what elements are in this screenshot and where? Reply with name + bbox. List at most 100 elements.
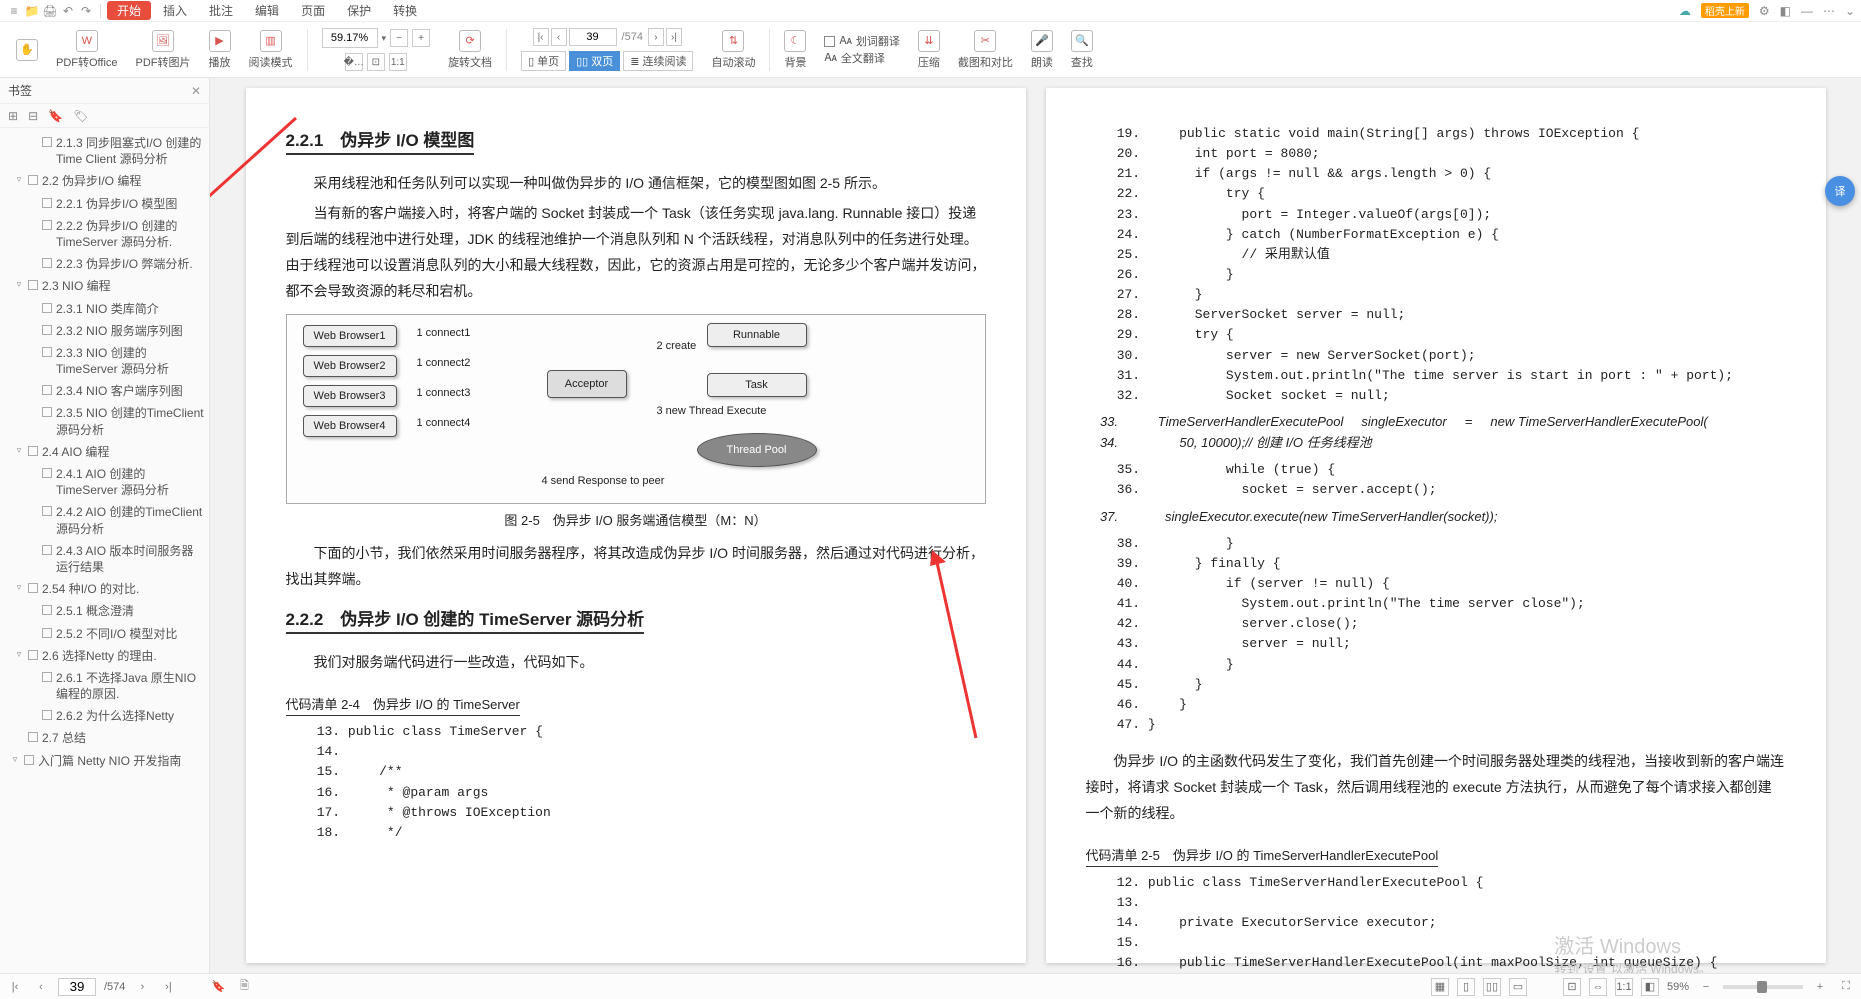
last-page[interactable]: ›| xyxy=(666,28,682,46)
bookmark-item[interactable]: 2.5.2 不同I/O 模型对比 xyxy=(0,623,209,645)
menu-annotate[interactable]: 批注 xyxy=(199,1,243,20)
bookmark2-icon[interactable]: 🏷 xyxy=(73,109,88,123)
bookmark-item[interactable]: ▿2.2 伪异步I/O 编程 xyxy=(0,170,209,192)
bookmark-item[interactable]: 2.5.1 概念澄清 xyxy=(0,600,209,622)
double-page-view[interactable]: ▯▯双页 xyxy=(569,51,620,71)
zoom-input[interactable] xyxy=(322,28,378,48)
first-page[interactable]: |‹ xyxy=(533,28,549,46)
bookmark-item[interactable]: 2.6.1 不选择Java 原生NIO 编程的原因. xyxy=(0,667,209,705)
bookmark-item[interactable]: 2.3.2 NIO 服务端序列图 xyxy=(0,320,209,342)
skin-icon[interactable]: ◧ xyxy=(1780,4,1791,18)
para-2: 当有新的客户端接入时，将客户端的 Socket 封装成一个 Task（该任务实现… xyxy=(286,201,986,305)
zoom-out[interactable]: − xyxy=(390,29,408,47)
single-page-view[interactable]: ▯单页 xyxy=(521,51,566,71)
settings-icon[interactable]: ⚙ xyxy=(1759,4,1770,18)
save-icon[interactable]: 🖨 xyxy=(42,3,58,19)
bookmark-item[interactable]: 2.2.1 伪异步I/O 模型图 xyxy=(0,193,209,215)
status-note-icon[interactable]: 🗎 xyxy=(235,978,253,996)
bookmark-item[interactable]: 2.2.2 伪异步I/O 创建的TimeServer 源码分析. xyxy=(0,215,209,253)
pdf-to-image[interactable]: 🖼PDF转图片 xyxy=(128,30,199,70)
bookmark-item[interactable]: ▿2.3 NIO 编程 xyxy=(0,275,209,297)
prev-page[interactable]: ‹ xyxy=(551,28,567,46)
dropdown-icon[interactable]: ⌄ xyxy=(1845,4,1855,18)
status-page-input[interactable] xyxy=(58,978,96,996)
figure-2-5: Web Browser1 Web Browser2 Web Browser3 W… xyxy=(286,314,986,504)
menu-start[interactable]: 开始 xyxy=(107,1,151,20)
background-button[interactable]: ☾背景 xyxy=(776,30,814,70)
status-zoom-out[interactable]: − xyxy=(1697,978,1715,996)
cloud-icon[interactable]: ☁ xyxy=(1679,4,1691,18)
minimize-icon[interactable]: — xyxy=(1801,4,1813,18)
fit-1-icon[interactable]: ⊡ xyxy=(1563,978,1581,996)
menu-page[interactable]: 页面 xyxy=(291,1,335,20)
find-button[interactable]: 🔍查找 xyxy=(1063,30,1101,70)
compress-button[interactable]: ⇊压缩 xyxy=(910,30,948,70)
collapse-all-icon[interactable]: ⊟ xyxy=(28,109,38,123)
bookmark-item[interactable]: 2.4.2 AIO 创建的TimeClient 源码分析 xyxy=(0,501,209,539)
pdf-to-office[interactable]: WPDF转Office xyxy=(48,30,126,70)
menu-convert[interactable]: 转换 xyxy=(383,1,427,20)
bookmark-item[interactable]: 2.3.4 NIO 客户端序列图 xyxy=(0,380,209,402)
word-translate[interactable]: 🗛划词翻译 xyxy=(824,33,899,49)
bookmark-item[interactable]: 2.4.1 AIO 创建的TimeServer 源码分析 xyxy=(0,463,209,501)
bookmark-item[interactable]: 2.3.5 NIO 创建的TimeClient 源码分析 xyxy=(0,402,209,440)
menu-icon[interactable]: ≡ xyxy=(6,3,22,19)
view-mode-3-icon[interactable]: ▯▯ xyxy=(1483,978,1501,996)
fit-width-icon[interactable]: �… xyxy=(345,53,363,71)
pdf-viewer[interactable]: 2.2.1 伪异步 I/O 模型图 采用线程池和任务队列可以实现一种叫做伪异步的… xyxy=(210,78,1861,973)
bookmark-item[interactable]: 2.2.3 伪异步I/O 弊端分析. xyxy=(0,253,209,275)
bookmark-item[interactable]: ▿2.54 种I/O 的对比. xyxy=(0,578,209,600)
fit-page-icon[interactable]: ⊡ xyxy=(367,53,385,71)
bookmark-item[interactable]: ▿2.6 选择Netty 的理由. xyxy=(0,645,209,667)
status-last[interactable]: ›| xyxy=(159,978,177,996)
menu-edit[interactable]: 编辑 xyxy=(245,1,289,20)
bookmark-item[interactable]: 2.3.1 NIO 类库简介 xyxy=(0,298,209,320)
more-icon[interactable]: ⋯ xyxy=(1823,4,1835,18)
bookmark-item[interactable]: 2.3.3 NIO 创建的TimeServer 源码分析 xyxy=(0,342,209,380)
status-bookmark-icon[interactable]: 🔖 xyxy=(209,978,227,996)
next-page[interactable]: › xyxy=(648,28,664,46)
bookmark-icon[interactable]: 🔖 xyxy=(48,109,63,123)
translate-bubble[interactable]: 译 xyxy=(1825,176,1855,206)
bookmark-item[interactable]: ▿入门篇 Netty NIO 开发指南 xyxy=(0,750,209,772)
continuous-view[interactable]: ≣连续阅读 xyxy=(623,51,693,71)
fit-4-icon[interactable]: ◧ xyxy=(1641,978,1659,996)
bookmark-item[interactable]: 2.7 总结 xyxy=(0,727,209,749)
rotate-button[interactable]: ⟳旋转文档 xyxy=(440,30,500,70)
view-mode-2-icon[interactable]: ▯ xyxy=(1457,978,1475,996)
open-icon[interactable]: 📁 xyxy=(24,3,40,19)
page-input[interactable] xyxy=(569,28,617,46)
bookmark-item[interactable]: 2.6.2 为什么选择Netty xyxy=(0,705,209,727)
read-mode[interactable]: ▥阅读模式 xyxy=(241,30,301,70)
vip-badge[interactable]: 稻壳上新 xyxy=(1701,3,1749,18)
menu-protect[interactable]: 保护 xyxy=(337,1,381,20)
menu-insert[interactable]: 插入 xyxy=(153,1,197,20)
bookmark-item[interactable]: 2.1.3 同步阻塞式I/O 创建的Time Client 源码分析 xyxy=(0,132,209,170)
moon-icon: ☾ xyxy=(784,30,806,52)
tts-button[interactable]: 🎤朗读 xyxy=(1023,30,1061,70)
undo-icon[interactable]: ↶ xyxy=(60,3,76,19)
zoom-in[interactable]: + xyxy=(412,29,430,47)
actual-size-icon[interactable]: 1:1 xyxy=(389,53,407,71)
crop-button[interactable]: ✂截图和对比 xyxy=(950,30,1021,70)
status-first[interactable]: |‹ xyxy=(6,978,24,996)
status-next[interactable]: › xyxy=(133,978,151,996)
bookmark-tree[interactable]: 2.1.3 同步阻塞式I/O 创建的Time Client 源码分析▿2.2 伪… xyxy=(0,128,209,973)
redo-icon[interactable]: ↷ xyxy=(78,3,94,19)
status-zoom-in[interactable]: + xyxy=(1811,978,1829,996)
close-sidebar[interactable]: ✕ xyxy=(191,84,201,98)
fullscreen-icon[interactable]: ⛶ xyxy=(1837,978,1855,996)
bookmark-item[interactable]: 2.4.3 AIO 版本时间服务器运行结果 xyxy=(0,540,209,578)
play-button[interactable]: ▶播放 xyxy=(201,30,239,70)
zoom-slider[interactable] xyxy=(1723,985,1803,989)
status-prev[interactable]: ‹ xyxy=(32,978,50,996)
hand-tool[interactable]: ✋ xyxy=(8,39,46,61)
autoscroll-button[interactable]: ⇅自动滚动 xyxy=(703,30,763,70)
fit-3-icon[interactable]: 1:1 xyxy=(1615,978,1633,996)
view-mode-4-icon[interactable]: ▭ xyxy=(1509,978,1527,996)
bookmark-item[interactable]: ▿2.4 AIO 编程 xyxy=(0,441,209,463)
full-translate[interactable]: 🗛全文翻译 xyxy=(824,50,899,66)
expand-all-icon[interactable]: ⊞ xyxy=(8,109,18,123)
view-mode-1-icon[interactable]: ▦ xyxy=(1431,978,1449,996)
fit-2-icon[interactable]: ⇔ xyxy=(1589,978,1607,996)
